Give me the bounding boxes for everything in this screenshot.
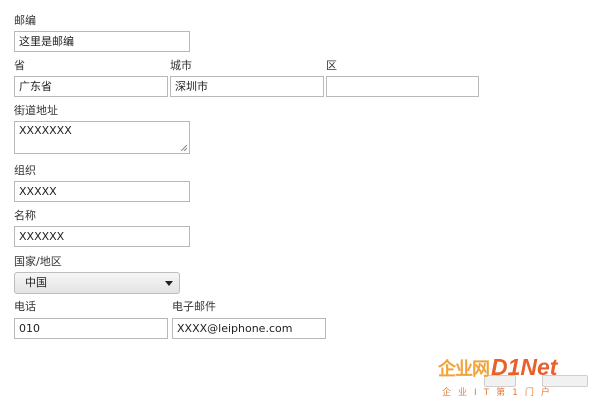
resize-grip-icon[interactable] xyxy=(181,145,187,151)
email-input[interactable]: XXXX@leiphone.com xyxy=(172,318,326,339)
watermark-brand-cn: 企业网 xyxy=(438,359,490,380)
postal-label: 邮编 xyxy=(14,14,36,27)
organization-input[interactable]: XXXXX xyxy=(14,181,190,202)
street-textarea[interactable]: XXXXXXX xyxy=(14,121,190,154)
province-label: 省 xyxy=(14,59,25,72)
city-input[interactable]: 深圳市 xyxy=(170,76,324,97)
phone-input[interactable]: 010 xyxy=(14,318,168,339)
country-label: 国家/地区 xyxy=(14,255,62,268)
name-input[interactable]: XXXXXX xyxy=(14,226,190,247)
name-label: 名称 xyxy=(14,209,36,222)
district-label: 区 xyxy=(326,59,337,72)
watermark-brand-en: D1Net xyxy=(491,354,558,380)
country-selected-value: 中国 xyxy=(25,276,47,289)
organization-label: 组织 xyxy=(14,164,36,177)
dropdown-caret-icon xyxy=(165,281,173,286)
phone-label: 电话 xyxy=(14,300,36,313)
country-select[interactable]: 中国 xyxy=(14,272,180,294)
email-label: 电子邮件 xyxy=(172,300,216,313)
watermark-tagline: 企业IT第1门户 xyxy=(442,388,557,398)
district-input[interactable] xyxy=(326,76,479,97)
street-textarea-value: XXXXXXX xyxy=(19,124,72,137)
province-input[interactable]: 广东省 xyxy=(14,76,168,97)
d1net-watermark: 企业网 D1Net 企业IT第1门户 xyxy=(438,354,600,399)
city-label: 城市 xyxy=(170,59,192,72)
postal-input[interactable]: 这里是邮编 xyxy=(14,31,190,52)
street-label: 街道地址 xyxy=(14,104,58,117)
